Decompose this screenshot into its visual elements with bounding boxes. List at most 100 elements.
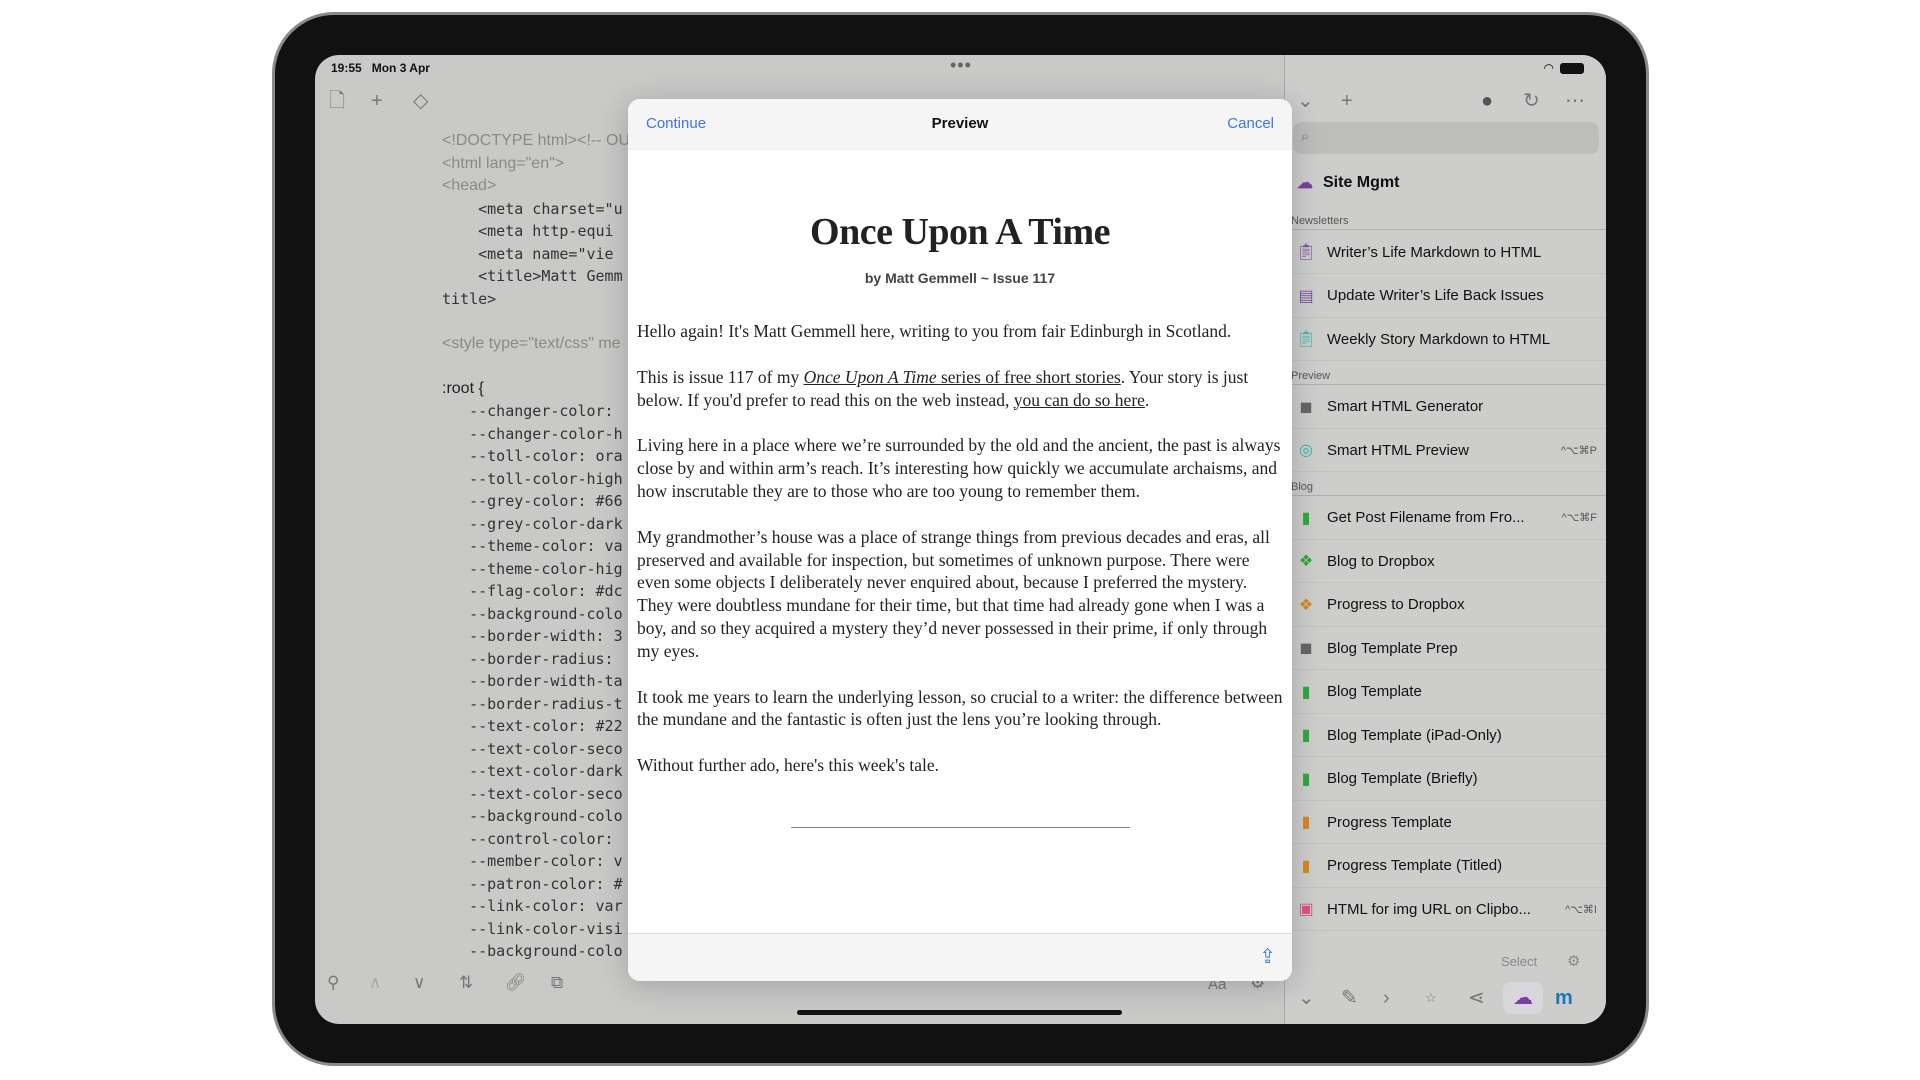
web-link[interactable]: you can do so here [1014,390,1145,410]
document-plus-icon: ▮ [1301,727,1311,744]
code-line: <meta name="vie [442,244,614,263]
code-line: --flag-color: #dc [442,582,623,600]
shortcut-item[interactable]: ◎ Smart HTML Preview ^⌥⌘P [1291,429,1606,472]
collapse-icon[interactable]: ⌄ [1298,988,1315,1008]
code-line: --control-color: [442,829,614,848]
paragraph: It took me years to learn the underlying… [637,686,1283,730]
section-header: Preview [1291,370,1606,385]
shortcut-item[interactable]: ▮ Progress Template [1291,801,1606,844]
code-line: --text-color-seco [442,784,623,803]
code-line: --border-radius-t [442,694,623,713]
shortcut-label: Blog to Dropbox [1327,552,1435,570]
mastodon-icon[interactable]: m [1555,988,1573,1008]
shortcut-item[interactable]: 📋︎ Writer’s Life Markdown to HTML [1291,231,1606,274]
plus-icon[interactable]: + [1341,91,1353,111]
more-icon[interactable]: ⋯ [1565,91,1585,111]
code-line: --member-color: v [442,852,623,870]
pin-icon[interactable]: ⚲ [327,973,339,993]
document-icon[interactable]: 🗋 [329,91,345,111]
code-line: --toll-color: ora [442,447,623,465]
shortcut-label: Writer’s Life Markdown to HTML [1327,243,1542,261]
search-input[interactable]: ⌕ [1293,122,1599,154]
chevron-down-icon[interactable]: ∨ [413,973,425,993]
search-icon[interactable]: ● [1481,91,1493,111]
code-line: --text-color-seco [442,739,623,758]
cancel-button[interactable]: Cancel [1227,115,1274,132]
package-icon: ◼ [1299,640,1313,657]
collapse-icon[interactable]: ⌄ [1297,91,1314,111]
chevron-up-icon[interactable]: ∧ [369,973,381,993]
battery-icon [1560,62,1584,74]
paragraph: Hello again! It's Matt Gemmell here, wri… [637,321,1232,341]
share-icon[interactable]: ⇪ [1259,944,1276,969]
cloud-upload-icon: ☁ [1297,175,1313,192]
shortcut-item[interactable]: ◼ Blog Template Prep [1291,627,1606,670]
link-icon[interactable]: 🔗︎ [505,973,527,993]
code-editor[interactable]: <!DOCTYPE html><!-- OU <html lang="en"> <h… [442,130,642,963]
share-icon[interactable]: ⋖ [1468,988,1485,1008]
shortcut-label: Progress Template [1327,813,1452,831]
shortcut-label: Blog Template [1327,683,1422,700]
code-line: --border-width-ta [442,672,623,690]
code-line: --patron-color: # [442,874,623,893]
code-line: --text-color: #22 [442,717,623,735]
cloud-upload-icon[interactable]: ☁ [1503,982,1543,1014]
shortcut-item[interactable]: 📋︎ Weekly Story Markdown to HTML [1291,318,1606,361]
home-indicator[interactable] [797,1010,1122,1015]
shortcut-item[interactable]: ▮ Blog Template (Briefly) [1291,758,1606,801]
clipboard-icon: 📋︎ [1295,331,1317,348]
shortcut-item[interactable]: ▮ Get Post Filename from Fro... ^⌥⌘F [1291,497,1606,540]
modal-footer: ⇪ [628,933,1292,981]
keyboard-shortcut: ^⌥⌘P [1560,444,1597,457]
series-link[interactable]: Once Upon A Time series of free short st… [804,367,1121,387]
shortcut-item[interactable]: ◼ Smart HTML Generator [1291,386,1606,429]
code-line: --link-color: var [442,897,623,915]
code-line: --background-colo [442,942,623,960]
shortcut-label: Blog Template (Briefly) [1327,770,1478,787]
shortcut-item[interactable]: ▮ Blog Template (iPad-Only) [1291,714,1606,757]
document-plus-icon: ▮ [1301,814,1311,831]
edit-icon[interactable]: ✎ [1341,988,1358,1008]
code-line: <style type="text/css" me [442,334,621,352]
keyboard-shortcut: ^⌥⌘I [1565,903,1597,916]
divider [790,826,1130,828]
code-line: --border-width: 3 [442,627,623,645]
external-icon[interactable]: ⧉ [551,973,563,993]
shortcut-item[interactable]: ▮ Blog Template [1291,671,1606,714]
code-line: --link-color-visi [442,919,623,938]
code-line: :root { [442,379,484,397]
document-plus-icon: ▮ [1301,857,1311,875]
history-icon[interactable]: ↻ [1523,91,1540,111]
search-icon: ⌕ [1301,128,1310,145]
chevron-right-icon[interactable]: › [1383,988,1390,1008]
shortcut-label: Weekly Story Markdown to HTML [1327,330,1551,348]
newspaper-icon: ▤ [1298,287,1314,305]
shortcut-label: Update Writer’s Life Back Issues [1327,287,1544,304]
shortcut-item[interactable]: ▮ Progress Template (Titled) [1291,845,1606,888]
paragraph: Living here in a place where we’re surro… [637,435,1281,501]
shortcut-item[interactable]: ▣ HTML for img URL on Clipbo... ^⌥⌘I [1291,888,1606,931]
section-header: Newsletters [1291,215,1606,230]
code-line: --background-colo [442,807,623,825]
code-line: <meta http-equi [442,222,614,240]
settings-gears-icon[interactable]: ⚙ [1567,952,1580,970]
select-button[interactable]: Select [1501,954,1537,969]
shortcut-label: HTML for img URL on Clipbo... [1327,900,1531,918]
swap-icon[interactable]: ⇅ [459,973,473,993]
document-title: Once Upon A Time [810,211,1110,253]
modal-title: Preview [931,115,989,132]
shortcut-item[interactable]: ❖ Blog to Dropbox [1291,540,1606,583]
plus-icon[interactable]: + [371,91,383,111]
tag-icon[interactable]: ◇ [413,91,428,111]
shortcut-label: Smart HTML Preview [1327,441,1469,459]
code-line: --grey-color: #66 [442,492,623,510]
multitask-dots[interactable]: ••• [950,55,972,76]
shortcut-item[interactable]: ▤ Update Writer’s Life Back Issues [1291,275,1606,318]
shortcut-label: Blog Template (iPad-Only) [1327,726,1502,744]
markdown-star-icon[interactable]: ☆ [1425,988,1437,1008]
shortcut-label: Get Post Filename from Fro... [1327,509,1525,526]
code-line: --changer-color-h [442,424,623,443]
status-icons: ◠ [1544,61,1584,75]
shortcut-item[interactable]: ❖ Progress to Dropbox [1291,584,1606,627]
